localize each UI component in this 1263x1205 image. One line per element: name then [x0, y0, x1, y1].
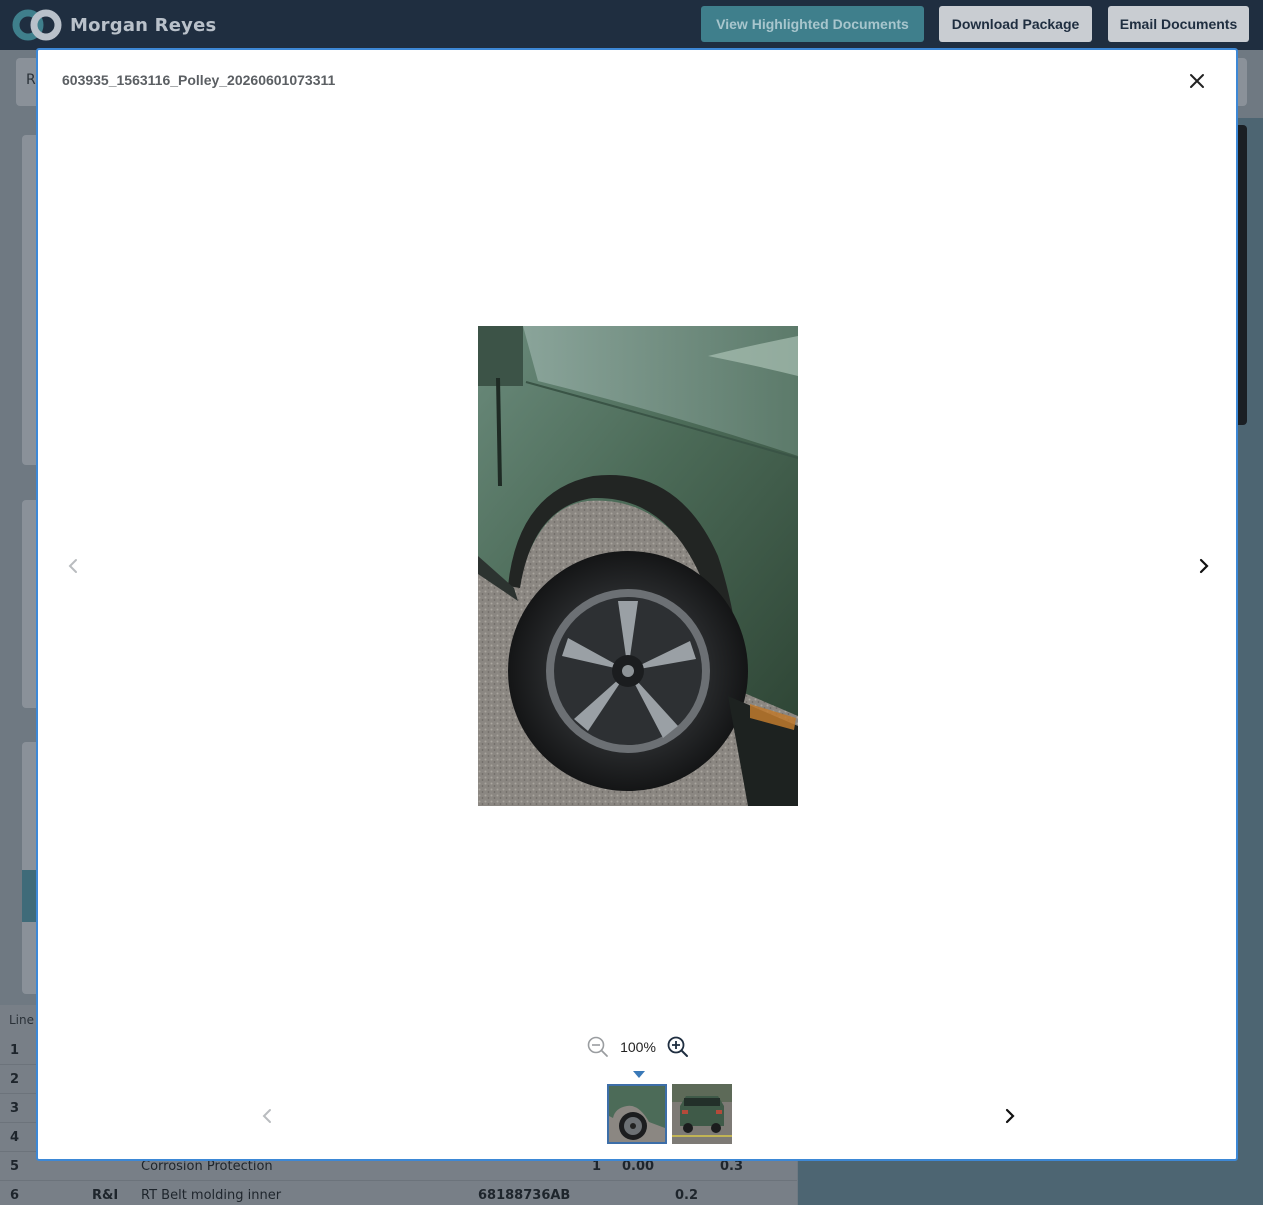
- chevron-right-icon: [1005, 1108, 1015, 1124]
- zoom-out-icon: [587, 1036, 608, 1057]
- chevron-left-icon: [262, 1109, 271, 1123]
- zoom-in-icon: [667, 1036, 688, 1057]
- zoom-in-button[interactable]: [666, 1035, 690, 1059]
- chevron-right-icon: [1199, 558, 1209, 574]
- previous-image-button[interactable]: [63, 556, 83, 576]
- document-title: 603935_1563116_Polley_20260601073311: [62, 72, 336, 88]
- download-package-button[interactable]: Download Package: [939, 6, 1092, 42]
- user-name: Morgan Reyes: [70, 14, 217, 36]
- row-line-number: 3: [10, 1101, 20, 1116]
- email-documents-button[interactable]: Email Documents: [1108, 6, 1249, 42]
- document-image: [478, 326, 798, 806]
- next-image-button[interactable]: [1194, 556, 1214, 576]
- zoom-level: 100%: [620, 1039, 656, 1055]
- brand: Morgan Reyes: [12, 6, 216, 44]
- row-line-number: 1: [10, 1043, 20, 1058]
- table-row: 6 R&I RT Belt molding inner 68188736AB 0.2: [0, 1181, 797, 1205]
- thumbnail-suv-rear[interactable]: [672, 1084, 732, 1144]
- zoom-out-button[interactable]: [586, 1035, 610, 1059]
- table-header-line: Line: [9, 1013, 35, 1027]
- thumbnail-fender-wheel[interactable]: [607, 1084, 667, 1144]
- thumbnails-previous-button[interactable]: [257, 1106, 277, 1126]
- zoom-controls: 100%: [586, 1035, 690, 1059]
- row-labor-hours: 0.2: [675, 1188, 699, 1203]
- row-line-number: 2: [10, 1072, 20, 1087]
- current-thumbnail-marker: [633, 1071, 645, 1078]
- row-price: 0.00: [622, 1159, 655, 1174]
- row-quantity: 1: [592, 1159, 602, 1174]
- row-part-number: 68188736AB: [478, 1188, 571, 1203]
- row-line-number: 6: [10, 1188, 20, 1203]
- row-description: RT Belt molding inner: [141, 1188, 282, 1203]
- thumbnails-next-button[interactable]: [1000, 1106, 1020, 1126]
- row-line-number: 4: [10, 1130, 20, 1145]
- row-line-number: 5: [10, 1159, 20, 1174]
- background-stub-text: R: [26, 72, 36, 88]
- brand-logo-icon: [12, 9, 62, 41]
- chevron-left-icon: [68, 559, 77, 573]
- document-viewer-modal: 603935_1563116_Polley_20260601073311 100…: [36, 48, 1238, 1161]
- close-button[interactable]: [1186, 70, 1208, 92]
- row-labor-hours: 0.3: [720, 1159, 744, 1174]
- row-operation: R&I: [92, 1188, 119, 1203]
- view-highlighted-documents-button[interactable]: View Highlighted Documents: [701, 6, 924, 42]
- row-description: Corrosion Protection: [141, 1159, 273, 1174]
- close-icon: [1190, 74, 1204, 88]
- app-header: Morgan Reyes View Highlighted Documents …: [0, 0, 1263, 50]
